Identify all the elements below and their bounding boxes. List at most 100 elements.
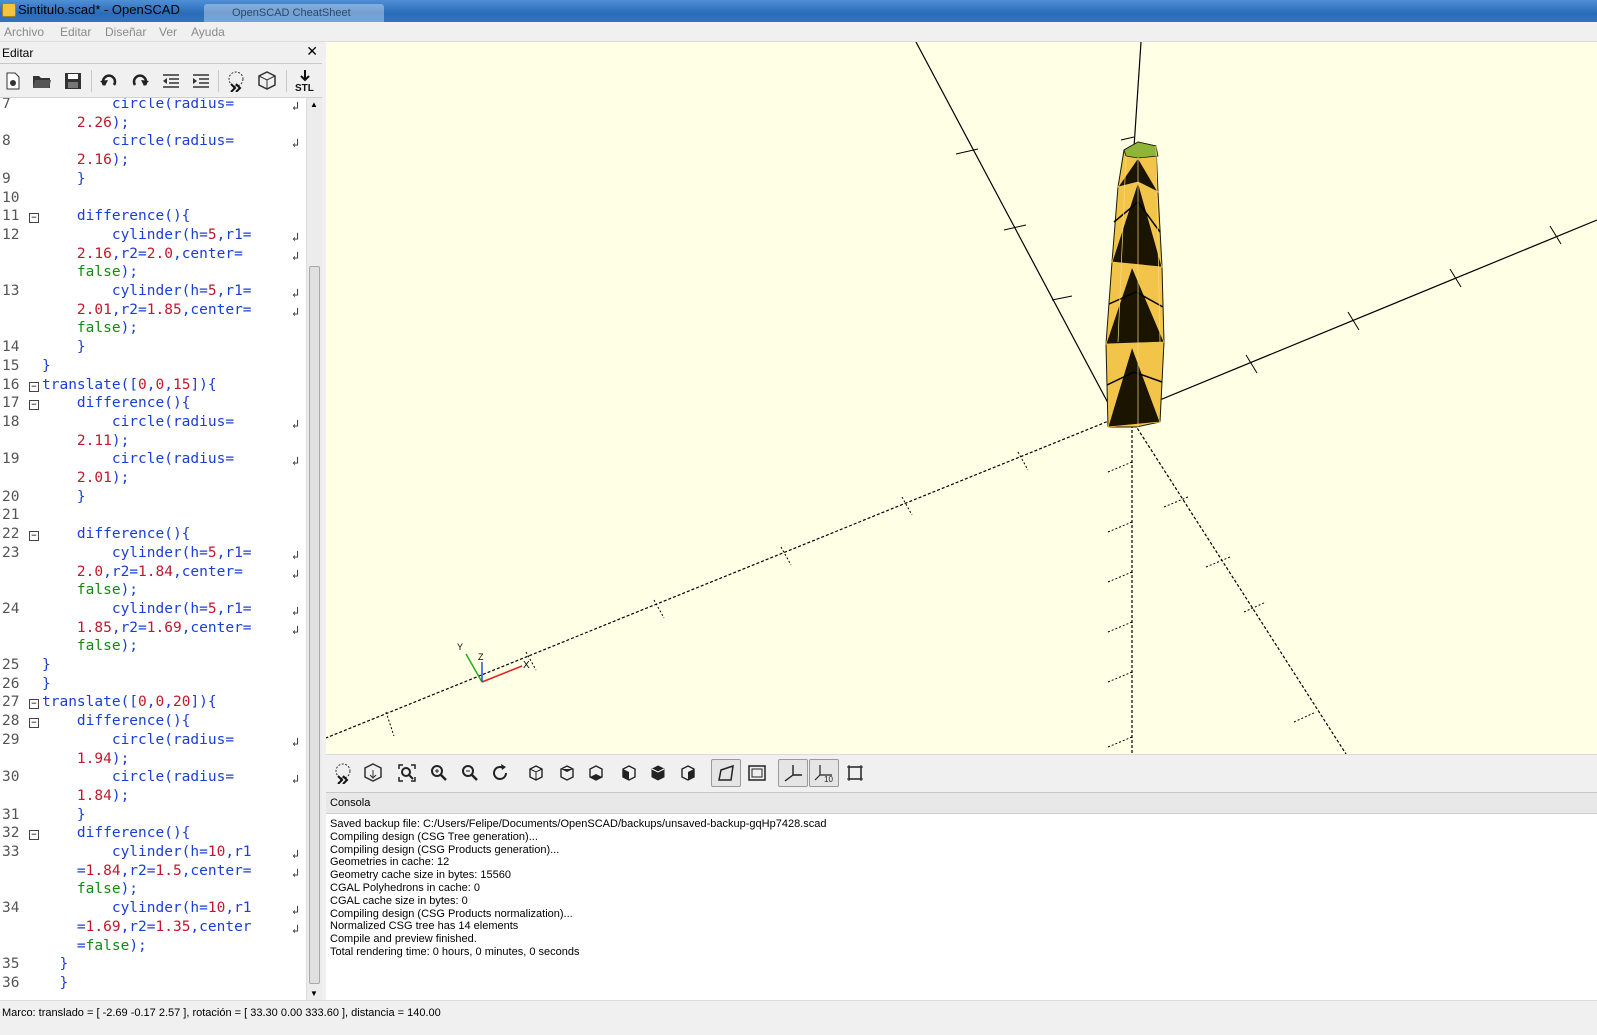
render-icon[interactable] <box>358 759 388 787</box>
view-front-icon[interactable] <box>643 759 673 787</box>
code-line[interactable]: difference(){ <box>42 526 191 542</box>
code-line[interactable]: } <box>42 807 86 823</box>
code-token: 2.01 <box>76 301 112 318</box>
fold-toggle-icon[interactable]: − <box>29 531 39 542</box>
code-line[interactable]: false); <box>42 582 138 598</box>
menu-ayuda[interactable]: Ayuda <box>191 25 225 39</box>
view-bottom-icon[interactable] <box>581 759 611 787</box>
save-icon[interactable] <box>62 70 84 92</box>
code-line[interactable]: 2.16,r2=2.0,center= <box>42 246 243 262</box>
fold-toggle-icon[interactable]: − <box>29 699 39 710</box>
code-line[interactable]: circle(radius= <box>42 98 234 112</box>
code-line[interactable]: circle(radius= <box>42 451 234 467</box>
code-line[interactable]: 2.16); <box>42 152 129 168</box>
scene-canvas[interactable]: X Y Z <box>326 42 1597 754</box>
code-line[interactable]: difference(){ <box>42 395 191 411</box>
view-left-icon[interactable] <box>614 759 644 787</box>
code-line[interactable]: false); <box>42 320 138 336</box>
code-line[interactable]: } <box>42 676 51 692</box>
menu-disenar[interactable]: Diseñar <box>105 25 146 39</box>
code-line[interactable]: circle(radius= <box>42 414 234 430</box>
zoom-out-icon[interactable] <box>455 759 485 787</box>
code-line[interactable]: } <box>42 339 86 355</box>
fold-toggle-icon[interactable]: − <box>29 830 39 841</box>
preview-icon[interactable] <box>328 759 358 787</box>
code-line[interactable]: cylinder(h=5,r1= <box>42 601 252 617</box>
code-line[interactable]: cylinder(h=10,r1 <box>42 900 252 916</box>
render-icon[interactable] <box>256 70 278 92</box>
code-line[interactable]: false); <box>42 264 138 280</box>
close-icon[interactable]: ✕ <box>306 43 318 60</box>
code-line[interactable]: translate([0,0,20]){ <box>42 694 217 710</box>
code-line[interactable]: } <box>42 975 68 991</box>
code-line[interactable]: difference(){ <box>42 713 191 729</box>
code-line[interactable]: 1.84); <box>42 788 129 804</box>
code-line[interactable]: } <box>42 489 86 505</box>
fold-toggle-icon[interactable]: − <box>29 213 39 224</box>
code-line[interactable]: cylinder(h=10,r1 <box>42 844 252 860</box>
code-line[interactable]: } <box>42 956 68 972</box>
code-token: ,r2= <box>111 301 147 318</box>
code-line[interactable]: } <box>42 657 51 673</box>
code-line[interactable]: 1.94); <box>42 751 129 767</box>
code-line[interactable]: circle(radius= <box>42 133 234 149</box>
unindent-icon[interactable] <box>160 70 182 92</box>
new-file-icon[interactable] <box>2 70 24 92</box>
code-line[interactable]: } <box>42 171 86 187</box>
code-line[interactable]: translate([0,0,15]){ <box>42 377 217 393</box>
code-line[interactable]: } <box>42 358 51 374</box>
fold-toggle-icon[interactable]: − <box>29 400 39 411</box>
code-line[interactable]: difference(){ <box>42 208 191 224</box>
code-line[interactable]: difference(){ <box>42 825 191 841</box>
code-line[interactable]: 2.01,r2=1.85,center= <box>42 302 252 318</box>
show-scale-markers-icon[interactable]: 10 <box>809 759 839 787</box>
scroll-down-icon[interactable]: ▼ <box>310 989 318 998</box>
console-output[interactable]: Saved backup file: C:/Users/Felipe/Docum… <box>326 814 1597 1000</box>
scroll-up-icon[interactable]: ▲ <box>310 100 318 109</box>
code-line[interactable]: 2.11); <box>42 433 129 449</box>
zoom-in-icon[interactable] <box>424 759 454 787</box>
code-line[interactable]: false); <box>42 881 138 897</box>
show-axes-icon[interactable] <box>778 759 808 787</box>
browser-tab[interactable]: OpenSCAD CheatSheet <box>204 4 384 22</box>
fold-toggle-icon[interactable]: − <box>29 718 39 729</box>
redo-icon[interactable] <box>129 70 151 92</box>
code-line[interactable]: =false); <box>42 938 147 954</box>
code-line[interactable]: cylinder(h=5,r1= <box>42 283 252 299</box>
code-line[interactable]: cylinder(h=5,r1= <box>42 545 252 561</box>
preview-icon[interactable] <box>225 70 247 92</box>
zoom-all-icon[interactable] <box>392 759 422 787</box>
code-token: 2.11 <box>76 432 112 449</box>
code-line[interactable]: false); <box>42 638 138 654</box>
menu-archivo[interactable]: Archivo <box>4 25 44 39</box>
code-line[interactable]: circle(radius= <box>42 732 234 748</box>
code-line[interactable]: 1.85,r2=1.69,center= <box>42 620 252 636</box>
line-number: 22 <box>2 526 20 543</box>
view-back-icon[interactable] <box>673 759 703 787</box>
undo-icon[interactable] <box>98 70 120 92</box>
scrollbar-thumb[interactable] <box>309 266 320 984</box>
open-file-icon[interactable] <box>31 70 53 92</box>
menu-editar[interactable]: Editar <box>60 25 91 39</box>
fold-toggle-icon[interactable]: − <box>29 381 39 392</box>
view-right-icon[interactable] <box>521 759 551 787</box>
menu-ver[interactable]: Ver <box>159 25 177 39</box>
code-line[interactable]: =1.69,r2=1.35,center <box>42 919 252 935</box>
code-line[interactable]: =1.84,r2=1.5,center= <box>42 863 252 879</box>
indent-icon[interactable] <box>190 70 212 92</box>
code-editor[interactable]: 7 circle(radius= ↲ 2.26); 8 circle(radius=… <box>0 98 306 998</box>
code-line[interactable]: circle(radius= <box>42 769 234 785</box>
export-stl-icon[interactable]: STL <box>292 70 318 93</box>
view-top-icon[interactable] <box>552 759 582 787</box>
editor-scrollbar[interactable]: ▲ ▼ <box>306 98 322 1000</box>
code-line[interactable]: 2.26); <box>42 115 129 131</box>
code-line[interactable]: cylinder(h=5,r1= <box>42 227 252 243</box>
reset-view-icon[interactable] <box>485 759 515 787</box>
show-edges-icon[interactable] <box>840 759 870 787</box>
code-line[interactable]: 2.0,r2=1.84,center= <box>42 564 243 580</box>
perspective-icon[interactable] <box>711 759 741 787</box>
3d-viewport[interactable]: X Y Z <box>326 42 1597 754</box>
code-line[interactable]: 2.01); <box>42 470 129 486</box>
orthogonal-icon[interactable] <box>742 759 772 787</box>
